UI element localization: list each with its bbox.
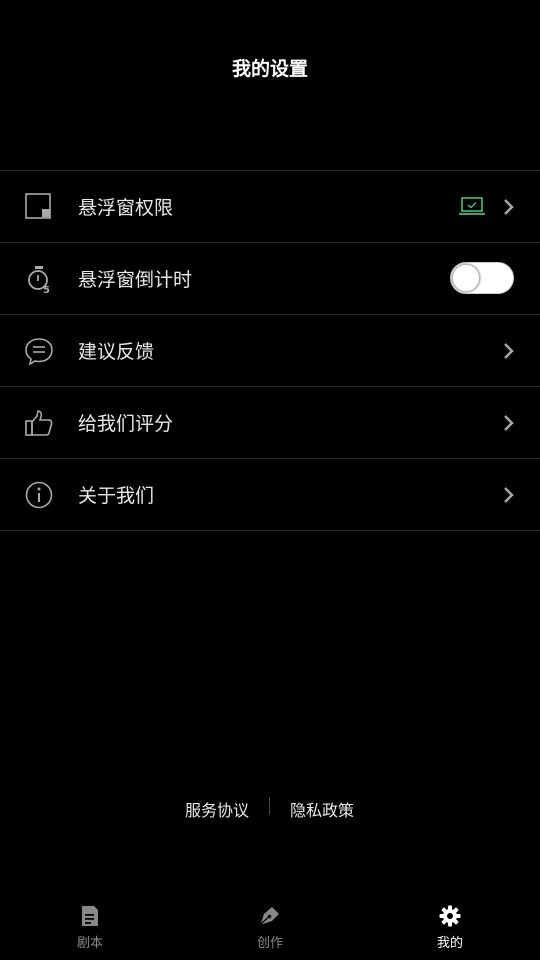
settings-item-label: 悬浮窗权限	[78, 197, 174, 219]
thumbs-up-icon	[25, 410, 53, 436]
tab-mine[interactable]: 我的	[360, 896, 540, 960]
laptop-check-icon	[459, 197, 485, 215]
chevron-right-icon	[504, 487, 514, 503]
tab-create[interactable]: 创作	[180, 896, 360, 960]
settings-item-label: 悬浮窗倒计时	[78, 269, 193, 291]
link-divider	[269, 797, 270, 815]
settings-item-rate-us[interactable]: 给我们评分	[0, 387, 540, 459]
info-icon	[25, 481, 53, 509]
privacy-policy-link[interactable]: 隐私政策	[290, 797, 354, 821]
chevron-right-icon	[504, 343, 514, 359]
settings-item-floating-window-countdown: 5 悬浮窗倒计时	[0, 243, 540, 315]
footer-links: 服务协议 隐私政策	[0, 797, 540, 821]
page-title: 我的设置	[231, 58, 308, 80]
terms-of-service-link[interactable]: 服务协议	[185, 797, 249, 821]
script-icon	[82, 906, 98, 926]
settings-item-floating-window-permission[interactable]: 悬浮窗权限	[0, 171, 540, 243]
settings-item-about-us[interactable]: 关于我们	[0, 459, 540, 531]
window-icon	[25, 193, 51, 219]
chat-bubble-icon	[25, 338, 53, 366]
header: 我的设置	[0, 0, 540, 136]
gear-icon	[439, 905, 461, 927]
timer-icon: 5	[28, 266, 50, 294]
settings-item-feedback[interactable]: 建议反馈	[0, 315, 540, 387]
tab-label: 我的	[436, 936, 463, 951]
tab-label: 创作	[256, 936, 283, 951]
settings-item-label: 给我们评分	[78, 413, 174, 435]
svg-text:5: 5	[43, 285, 50, 294]
countdown-toggle[interactable]	[450, 262, 514, 294]
toggle-knob	[452, 264, 480, 292]
chevron-right-icon	[504, 415, 514, 431]
settings-item-label: 建议反馈	[78, 341, 155, 363]
tab-label: 剧本	[76, 936, 103, 951]
settings-item-label: 关于我们	[78, 485, 155, 507]
bottom-tab-bar: 剧本 创作 我的	[0, 896, 540, 960]
tab-script[interactable]: 剧本	[0, 896, 180, 960]
chevron-right-icon	[504, 199, 514, 215]
pen-nib-icon	[261, 907, 279, 924]
settings-list: 悬浮窗权限 5 悬浮窗倒计时 建议反馈 给我们评分 关于我们	[0, 170, 540, 531]
